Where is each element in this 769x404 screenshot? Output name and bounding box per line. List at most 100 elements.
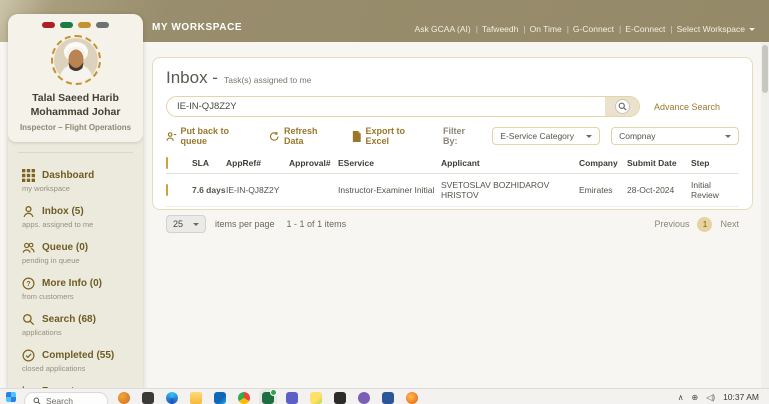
sticky-notes-icon[interactable] bbox=[310, 392, 322, 404]
sidebar-item-label: Search (68) bbox=[42, 314, 96, 326]
page-subtitle: Task(s) assigned to me bbox=[223, 75, 312, 85]
avatar-photo bbox=[53, 38, 98, 82]
link-tafweedh[interactable]: Tafweedh bbox=[482, 24, 526, 34]
user-name: Talal Saeed Harib Mohammad Johar bbox=[30, 92, 121, 118]
tray-chevron-icon[interactable]: ∧ bbox=[678, 393, 684, 402]
taskbar-search-label: Search bbox=[46, 396, 73, 404]
outlook-icon[interactable] bbox=[214, 392, 226, 404]
network-icon[interactable]: ⊕ bbox=[692, 393, 699, 402]
search-button[interactable] bbox=[605, 97, 639, 116]
people-icon bbox=[22, 242, 35, 254]
sidebar-item-dashboard[interactable]: Dashboard my workspace bbox=[8, 163, 143, 199]
col-eservice: EService bbox=[338, 158, 374, 168]
items-per-page-label: items per page bbox=[215, 219, 275, 229]
link-select-workspace[interactable]: Select Workspace bbox=[677, 24, 745, 34]
clock[interactable]: 10:37 AM bbox=[723, 392, 759, 402]
search-icon bbox=[614, 99, 630, 114]
status-dot-green bbox=[60, 22, 73, 28]
vertical-scrollbar[interactable] bbox=[761, 42, 769, 388]
page-size-select[interactable]: 25 bbox=[166, 215, 206, 233]
sidebar-nav: Dashboard my workspace Inbox (5) apps. a… bbox=[8, 159, 143, 389]
sidebar-item-label: Completed (55) bbox=[42, 350, 115, 362]
task-view-icon[interactable] bbox=[142, 392, 154, 404]
sidebar-item-search[interactable]: Search (68) applications bbox=[8, 307, 143, 343]
search-input[interactable] bbox=[167, 97, 605, 116]
applicant-value: SVETOSLAV BOZHIDAROV HRISTOV bbox=[441, 180, 550, 200]
refresh-icon bbox=[270, 131, 280, 141]
status-dot-red bbox=[42, 22, 55, 28]
status-dots bbox=[14, 22, 137, 28]
toolbar: Put back to queue Refresh Data Export to… bbox=[166, 126, 739, 146]
inbox-panel: Inbox - Task(s) assigned to me Advance S… bbox=[152, 57, 753, 233]
link-on-time[interactable]: On Time bbox=[530, 24, 569, 34]
dashboard-grid-icon bbox=[22, 169, 35, 183]
teams-icon[interactable] bbox=[286, 392, 298, 404]
avatar bbox=[50, 35, 101, 85]
notification-badge bbox=[270, 389, 277, 396]
col-applicant: Applicant bbox=[441, 158, 480, 168]
filter-by-label: Filter By: bbox=[442, 126, 465, 146]
edge-icon[interactable] bbox=[166, 392, 178, 404]
sla-value: 7.6 days bbox=[192, 185, 226, 195]
terminal-icon[interactable] bbox=[334, 392, 346, 404]
svg-text:?: ? bbox=[26, 281, 30, 288]
refresh-data-button[interactable]: Refresh Data bbox=[269, 126, 336, 146]
row-checkbox[interactable] bbox=[166, 184, 168, 196]
scrollbar-thumb[interactable] bbox=[762, 45, 768, 93]
file-explorer-icon[interactable] bbox=[190, 392, 202, 404]
word-icon[interactable] bbox=[382, 392, 394, 404]
excel-icon[interactable] bbox=[259, 389, 277, 404]
chevron-down-icon bbox=[749, 27, 755, 34]
sidebar-item-queue[interactable]: Queue (0) pending in queue bbox=[8, 235, 143, 271]
previous-page-button[interactable]: Previous bbox=[654, 219, 689, 229]
export-to-excel-button[interactable]: Export to Excel bbox=[352, 126, 428, 146]
company-select[interactable]: Compnay bbox=[611, 127, 739, 145]
range-label: 1 - 1 of 1 items bbox=[286, 219, 347, 229]
col-step: Step bbox=[691, 158, 710, 168]
taskbar: Search ∧ ⊕ ◁) 10:37 AM bbox=[0, 388, 769, 404]
sidebar-item-completed[interactable]: Completed (55) closed applications bbox=[8, 343, 143, 379]
taskbar-icons bbox=[118, 389, 418, 404]
table-header-row: SLA AppRef# Approval# EService Applicant… bbox=[166, 154, 739, 174]
eservice-value: Instructor-Examiner Initial bbox=[338, 185, 435, 195]
workspace-title: MY WORKSPACE bbox=[152, 22, 243, 33]
table-row: 7.6 days IE-IN-QJ8Z2Y Instructor-Examine… bbox=[166, 174, 739, 207]
next-page-button[interactable]: Next bbox=[720, 219, 739, 229]
advance-search-link[interactable]: Advance Search bbox=[654, 102, 720, 112]
company-value: Emirates bbox=[579, 185, 613, 195]
taskbar-search[interactable]: Search bbox=[24, 392, 108, 404]
person-minus-icon bbox=[166, 131, 177, 141]
sidebar-item-inbox[interactable]: Inbox (5) apps. assigned to me bbox=[8, 199, 143, 235]
visual-studio-icon[interactable] bbox=[358, 392, 370, 404]
link-ask-gcaa[interactable]: Ask GCAA (AI) bbox=[415, 24, 478, 34]
page-number-button[interactable]: 1 bbox=[697, 216, 713, 232]
copilot-icon[interactable] bbox=[118, 392, 130, 404]
col-sla: SLA bbox=[192, 158, 209, 168]
sidebar-item-label: More Info (0) bbox=[42, 278, 102, 290]
col-submit-date: Submit Date bbox=[627, 158, 677, 168]
link-e-connect[interactable]: E-Connect bbox=[625, 24, 672, 34]
appref-link[interactable]: IE-IN-QJ8Z2Y bbox=[226, 185, 289, 195]
sidebar-item-label: Queue (0) bbox=[42, 242, 89, 254]
eservice-category-select[interactable]: E-Service Category bbox=[492, 127, 601, 145]
inbox-table: SLA AppRef# Approval# EService Applicant… bbox=[166, 154, 739, 207]
firefox-icon[interactable] bbox=[406, 392, 418, 404]
chevron-down-icon bbox=[586, 134, 593, 141]
sidebar: Talal Saeed Harib Mohammad Johar Inspect… bbox=[8, 14, 143, 389]
volume-icon[interactable]: ◁) bbox=[706, 393, 715, 402]
step-value: Initial Review bbox=[691, 180, 719, 200]
windows-start-button[interactable] bbox=[6, 392, 16, 402]
chevron-down-icon bbox=[725, 134, 731, 141]
submit-date-value: 28-Oct-2024 bbox=[627, 185, 675, 195]
sidebar-item-label: Dashboard bbox=[42, 170, 95, 182]
status-dot-gray bbox=[96, 22, 109, 28]
link-g-connect[interactable]: G-Connect bbox=[573, 24, 621, 34]
pagination: 25 items per page 1 - 1 of 1 items Previ… bbox=[166, 215, 739, 233]
select-all-checkbox[interactable] bbox=[166, 157, 168, 169]
sidebar-item-more-info[interactable]: ? More Info (0) from customers bbox=[8, 271, 143, 307]
chrome-icon[interactable] bbox=[238, 392, 250, 404]
check-circle-icon bbox=[22, 349, 35, 362]
excel-file-icon bbox=[352, 130, 361, 142]
put-back-to-queue-button[interactable]: Put back to queue bbox=[166, 126, 254, 146]
col-company: Company bbox=[579, 158, 618, 168]
